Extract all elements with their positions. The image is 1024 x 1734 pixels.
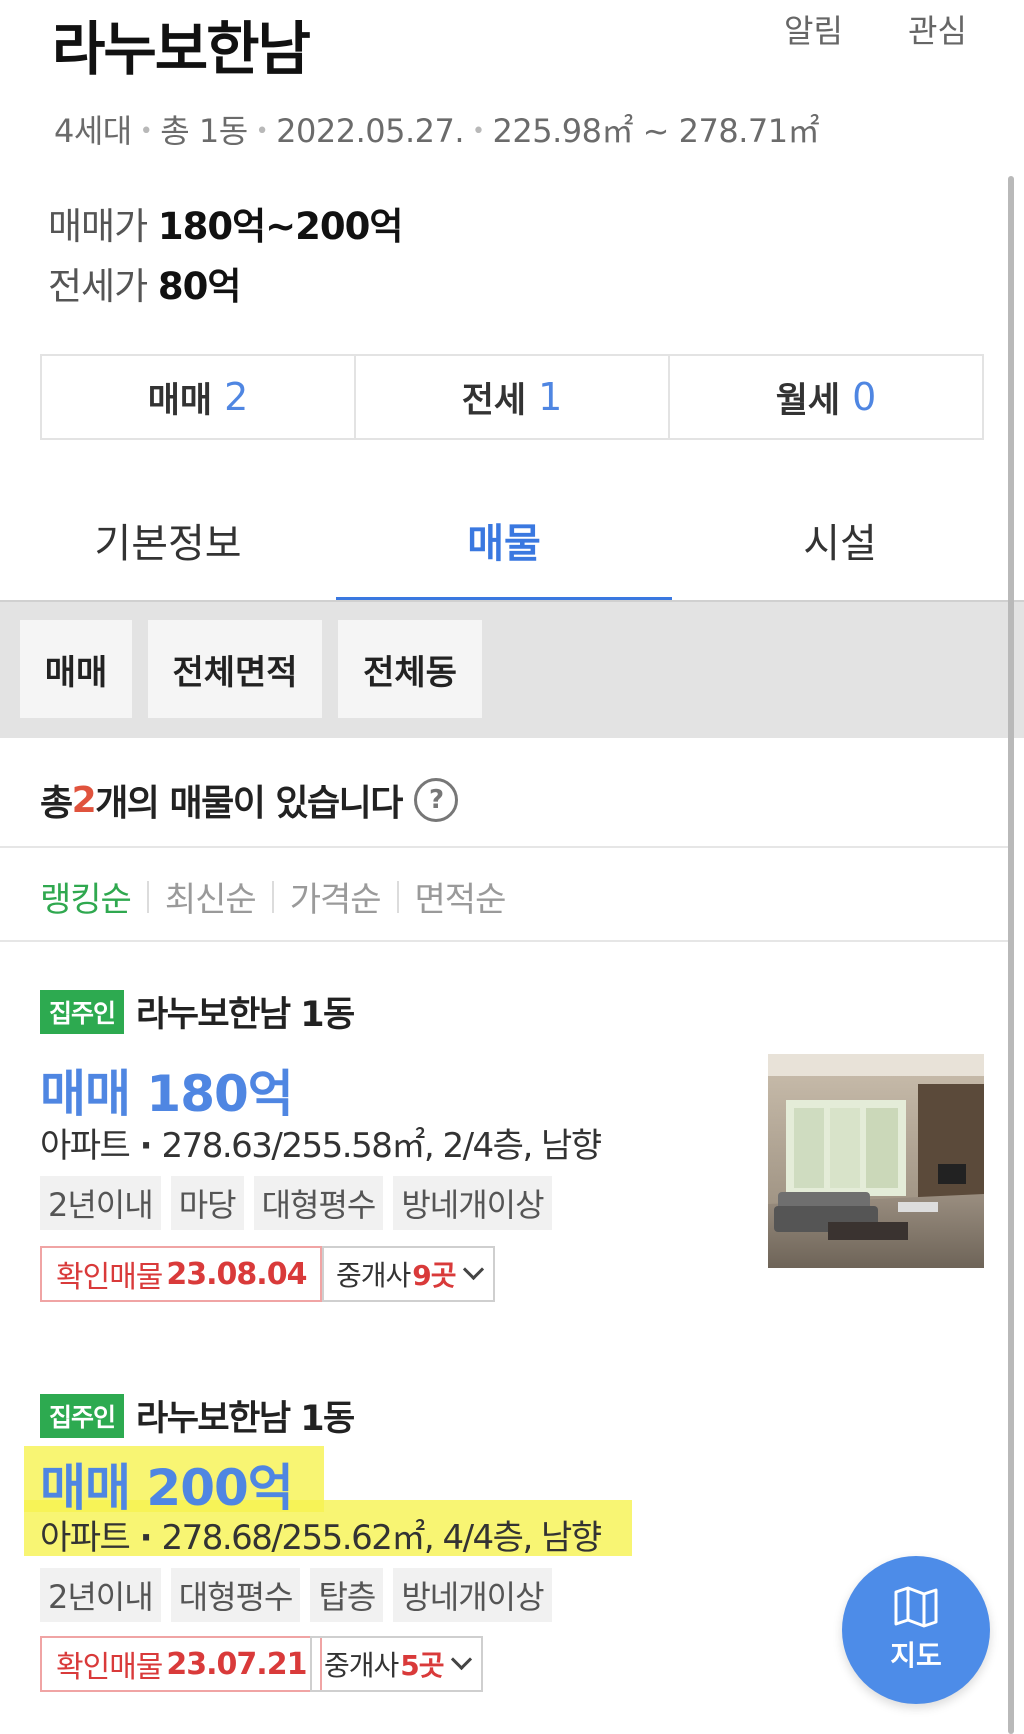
summary-prefix: 총 <box>40 783 73 824</box>
filter-deal-type[interactable]: 매매 <box>20 620 132 718</box>
tab-bar: 기본정보 매물 시설 <box>0 478 1010 602</box>
chevron-down-icon <box>450 1648 472 1670</box>
count-jeonse[interactable]: 전세 1 <box>356 356 670 438</box>
agents-dropdown[interactable]: 중개사 5곳 <box>310 1636 483 1692</box>
listing-photo[interactable] <box>768 1054 984 1268</box>
listing-spec-detail: 278.68/255.62㎡, 4/4층, 남향 <box>161 1518 602 1558</box>
divider <box>0 940 1010 942</box>
agents-count: 9곳 <box>412 1259 456 1292</box>
summary-count: 2 <box>71 779 97 821</box>
listing-spec: 아파트 · 278.63/255.58㎡, 2/4층, 남향 <box>40 1126 602 1166</box>
filter-area[interactable]: 전체면적 <box>148 620 322 718</box>
alarm-button[interactable]: 알림 <box>784 6 843 52</box>
listing-spec: 아파트 · 278.68/255.62㎡, 4/4층, 남향 <box>40 1518 602 1558</box>
sort-latest[interactable]: 최신순 <box>165 872 257 921</box>
count-label: 전세 <box>461 380 527 421</box>
count-monthly[interactable]: 월세 0 <box>670 356 982 438</box>
listing-tag: 마당 <box>170 1176 244 1230</box>
count-value: 2 <box>224 375 249 419</box>
listing-deal-price[interactable]: 매매 180억 <box>40 1054 294 1126</box>
divider <box>0 846 1010 848</box>
listing-type: 아파트 <box>40 1126 131 1166</box>
count-label: 매매 <box>147 380 213 421</box>
listing-tags: 2년이내 대형평수 탑층 방네개이상 <box>40 1568 552 1622</box>
complex-meta: 4세대 • 총 1동 • 2022.05.27. • 225.98㎡ ~ 278.71㎡ <box>54 112 820 150</box>
agents-dropdown[interactable]: 중개사 9곳 <box>322 1246 495 1302</box>
listing-tag: 대형평수 <box>170 1568 301 1622</box>
listing-type: 아파트 <box>40 1518 131 1558</box>
listing-building: 라누보한남 1동 <box>136 995 355 1035</box>
tab-listings[interactable]: 매물 <box>336 478 672 602</box>
owner-badge: 집주인 <box>40 1393 125 1438</box>
listing-tag: 탑층 <box>310 1568 384 1622</box>
listing-spec-detail: 278.63/255.58㎡, 2/4층, 남향 <box>161 1126 602 1166</box>
listing-tag: 방네개이상 <box>393 1176 552 1230</box>
confirm-date: 23.08.04 <box>166 1256 307 1292</box>
listing-tag: 2년이내 <box>40 1176 161 1230</box>
jeonse-price-label: 전세가 <box>48 265 148 308</box>
tab-facilities[interactable]: 시설 <box>672 478 1008 602</box>
page-title: 라누보한남 <box>52 15 311 83</box>
favorite-button[interactable]: 관심 <box>908 6 967 52</box>
sale-price-value: 180억~200억 <box>157 205 404 248</box>
map-button-label: 지도 <box>890 1639 942 1672</box>
agents-label: 중개사 <box>324 1649 399 1682</box>
approval-date: 2022.05.27. <box>276 112 465 150</box>
sale-price-label: 매매가 <box>48 205 148 248</box>
building-count: 총 1동 <box>160 112 248 150</box>
sort-ranking[interactable]: 랭킹순 <box>40 872 132 921</box>
filter-building[interactable]: 전체동 <box>338 620 482 718</box>
jeonse-price-row: 전세가 80억 <box>48 256 242 310</box>
scrollbar[interactable] <box>1008 176 1014 1734</box>
confirmed-listing-badge: 확인매물 23.08.04 <box>40 1246 323 1302</box>
area-range: 225.98㎡ ~ 278.71㎡ <box>492 112 820 150</box>
count-label: 월세 <box>775 380 841 421</box>
count-value: 0 <box>852 375 877 419</box>
tab-basic-info[interactable]: 기본정보 <box>0 478 336 602</box>
agents-label: 중개사 <box>336 1259 411 1292</box>
listing-header: 집주인 라누보한남 1동 <box>40 1390 355 1441</box>
deal-counts: 매매 2 전세 1 월세 0 <box>40 354 984 440</box>
listing-summary: 총 2 개의 매물이 있습니다 ? <box>40 774 458 826</box>
confirm-label: 확인매물 <box>56 1260 163 1295</box>
owner-badge: 집주인 <box>40 989 125 1034</box>
map-icon <box>894 1586 938 1628</box>
sale-price-row: 매매가 180억~200억 <box>48 196 404 250</box>
listing-tag: 방네개이상 <box>393 1568 552 1622</box>
listing-tags: 2년이내 마당 대형평수 방네개이상 <box>40 1176 552 1230</box>
sort-price[interactable]: 가격순 <box>290 872 382 921</box>
listing-tag: 대형평수 <box>253 1176 384 1230</box>
listing-header: 집주인 라누보한남 1동 <box>40 986 355 1037</box>
confirm-date: 23.07.21 <box>166 1646 307 1682</box>
sort-area[interactable]: 면적순 <box>415 872 507 921</box>
question-circle-icon[interactable]: ? <box>413 778 458 822</box>
count-value: 1 <box>538 375 563 419</box>
listing-building: 라누보한남 1동 <box>136 1399 355 1439</box>
households: 4세대 <box>54 112 132 150</box>
confirmed-listing-badge: 확인매물 23.07.21 <box>40 1636 323 1692</box>
jeonse-price-value: 80억 <box>157 265 242 308</box>
summary-suffix: 개의 매물이 있습니다 <box>95 783 403 824</box>
confirm-label: 확인매물 <box>56 1650 163 1685</box>
listing-tag: 2년이내 <box>40 1568 161 1622</box>
chevron-down-icon <box>462 1258 484 1280</box>
count-sale[interactable]: 매매 2 <box>42 356 356 438</box>
sort-options: 랭킹순 최신순 가격순 면적순 <box>40 872 507 921</box>
agents-count: 5곳 <box>400 1649 444 1682</box>
map-button[interactable]: 지도 <box>842 1556 990 1704</box>
